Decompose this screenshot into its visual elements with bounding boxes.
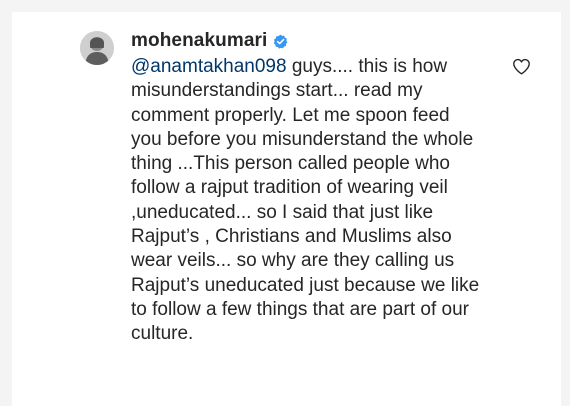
comment: mohenakumari @anamtakhan098 guys.... thi… <box>131 30 481 347</box>
comment-header: mohenakumari <box>131 30 481 52</box>
mention-link[interactable]: @anamtakhan098 <box>131 56 287 77</box>
username[interactable]: mohenakumari <box>131 30 267 52</box>
comment-body: guys.... this is how misunderstandings s… <box>131 56 480 345</box>
avatar-photo <box>80 31 114 65</box>
heart-outline-icon[interactable] <box>512 58 531 75</box>
avatar[interactable] <box>80 31 114 65</box>
verified-badge-icon <box>274 34 288 49</box>
comment-text: @anamtakhan098 guys.... this is how misu… <box>131 55 481 347</box>
